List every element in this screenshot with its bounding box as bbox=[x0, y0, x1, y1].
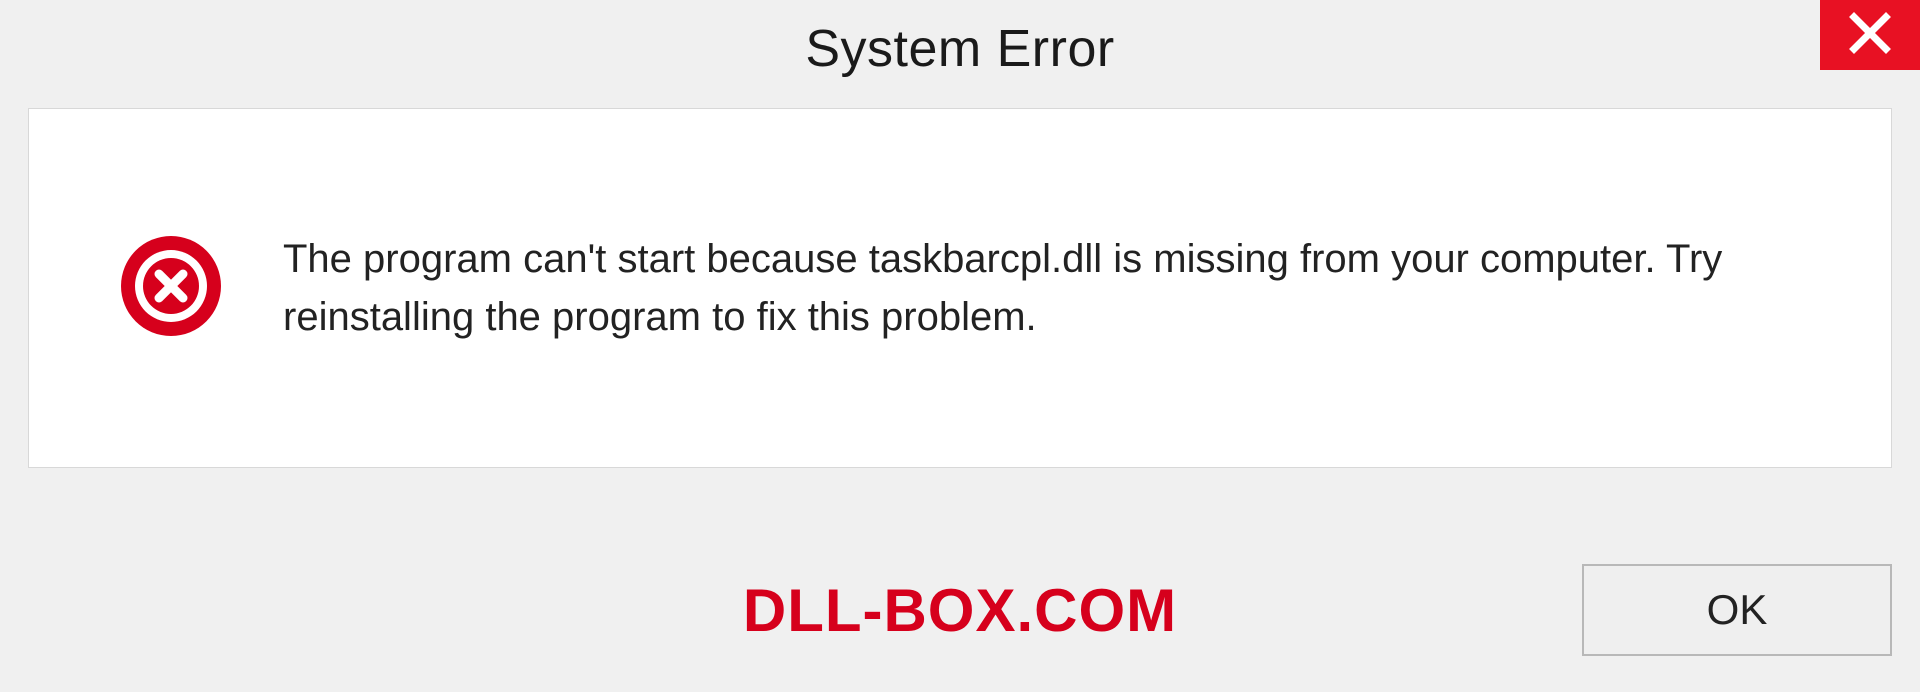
watermark-text: DLL-BOX.COM bbox=[743, 576, 1177, 645]
error-icon bbox=[119, 234, 223, 343]
footer: DLL-BOX.COM OK bbox=[28, 550, 1892, 670]
error-message: The program can't start because taskbarc… bbox=[283, 230, 1831, 346]
close-icon bbox=[1848, 11, 1892, 60]
titlebar: System Error bbox=[0, 0, 1920, 98]
ok-button[interactable]: OK bbox=[1582, 564, 1892, 656]
dialog-title: System Error bbox=[805, 19, 1114, 79]
content-panel: The program can't start because taskbarc… bbox=[28, 108, 1892, 468]
close-button[interactable] bbox=[1820, 0, 1920, 70]
